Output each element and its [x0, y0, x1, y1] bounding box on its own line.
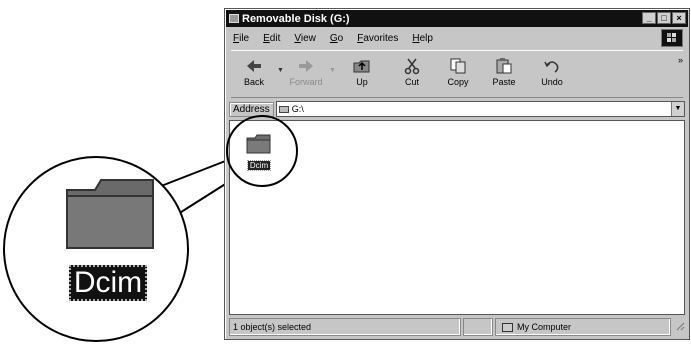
back-label: Back [243, 77, 264, 87]
address-bar: Address G:\ ▼ [229, 100, 685, 118]
back-arrow-icon [247, 60, 261, 72]
title-bar[interactable]: Removable Disk (G:) _ □ × [226, 10, 688, 27]
menu-view[interactable]: View [294, 33, 316, 44]
folder-up-icon [353, 60, 370, 73]
back-dropdown-icon[interactable]: ▼ [277, 67, 284, 74]
drive-icon [278, 105, 289, 113]
back-button[interactable]: Back [235, 57, 273, 95]
copy-icon [450, 58, 466, 74]
computer-icon [502, 322, 513, 332]
folder-icon-magnified [66, 179, 154, 249]
undo-button[interactable]: Undo [533, 57, 571, 95]
toolbar-more-icon[interactable]: » [678, 55, 683, 65]
menu-file[interactable]: File [233, 33, 249, 44]
highlight-circle [226, 115, 298, 187]
paste-label: Paste [492, 77, 516, 87]
copy-label: Copy [447, 77, 469, 87]
resize-grip-icon[interactable] [673, 318, 685, 334]
menu-favorites[interactable]: Favorites [357, 33, 398, 44]
status-empty-pane [463, 318, 493, 336]
window-controls: _ □ × [642, 12, 686, 24]
forward-button: Forward [287, 57, 325, 95]
windows-logo-icon [661, 29, 683, 47]
menu-help[interactable]: Help [412, 33, 433, 44]
undo-icon [544, 61, 559, 73]
menu-edit[interactable]: Edit [263, 33, 280, 44]
forward-dropdown-icon: ▼ [329, 67, 336, 74]
scissors-icon [404, 58, 420, 75]
address-value: G:\ [291, 104, 304, 114]
copy-button[interactable]: Copy [439, 57, 477, 95]
status-location-label: My Computer [517, 322, 572, 332]
close-button[interactable]: × [672, 12, 686, 24]
address-input[interactable]: G:\ ▼ [275, 101, 685, 117]
up-label: Up [356, 77, 368, 87]
status-selection: 1 object(s) selected [229, 318, 461, 336]
paste-icon [496, 58, 512, 74]
up-button[interactable]: Up [343, 57, 381, 95]
folder-label-magnified: Dcim [69, 265, 147, 301]
status-location: My Computer [495, 318, 671, 336]
standard-toolbar: Back ▼ Forward ▼ Up Cut Copy Paste Undo … [231, 50, 683, 98]
undo-label: Undo [541, 77, 563, 87]
explorer-window: Removable Disk (G:) _ □ × File Edit View… [224, 8, 690, 340]
maximize-button[interactable]: □ [657, 12, 671, 24]
forward-arrow-icon [299, 60, 313, 72]
forward-label: Forward [289, 77, 323, 87]
address-label: Address [229, 101, 274, 117]
window-title: Removable Disk (G:) [242, 12, 350, 25]
drive-icon [229, 14, 239, 23]
menu-bar: File Edit View Go Favorites Help [233, 30, 649, 46]
minimize-button[interactable]: _ [642, 12, 656, 24]
paste-button[interactable]: Paste [485, 57, 523, 95]
menu-go[interactable]: Go [330, 33, 343, 44]
address-dropdown-icon[interactable]: ▼ [671, 102, 684, 116]
cut-button[interactable]: Cut [393, 57, 431, 95]
zoom-callout: Dcim [3, 156, 189, 342]
cut-label: Cut [404, 77, 419, 87]
status-bar: 1 object(s) selected My Computer [229, 318, 685, 336]
